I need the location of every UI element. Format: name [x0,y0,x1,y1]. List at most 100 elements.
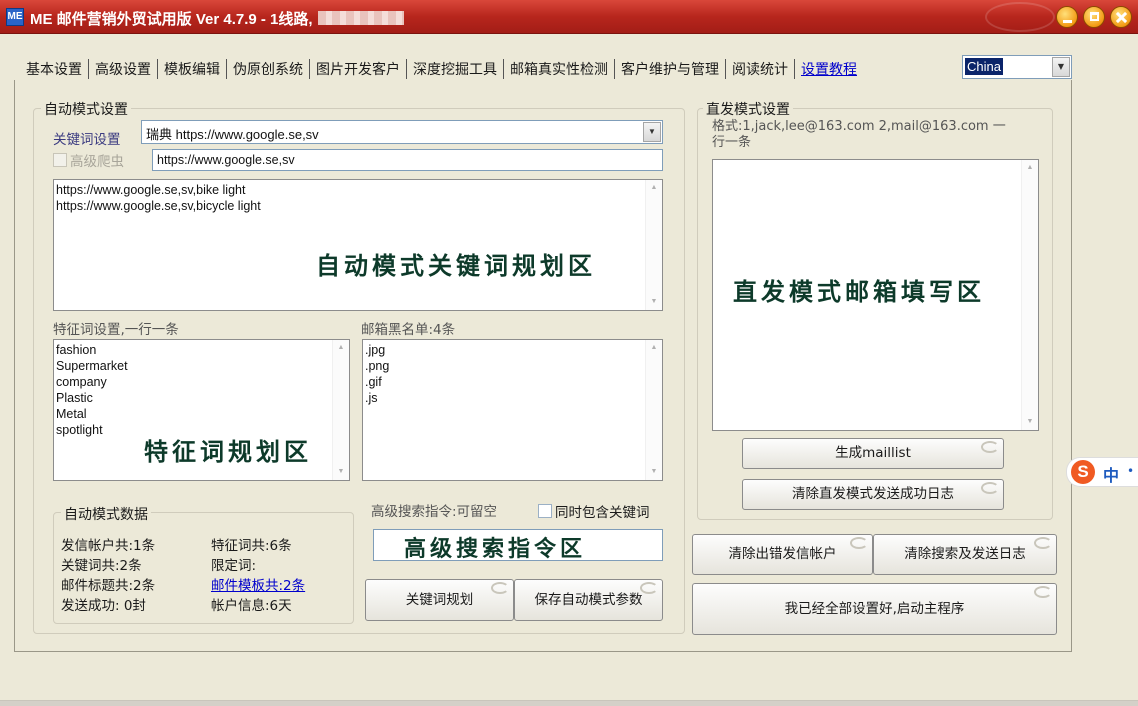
feature-line: spotlight [56,423,103,437]
keyword-source-select[interactable]: 瑞典 https://www.google.se,sv ▼ [141,120,663,144]
tab-separator [309,59,310,79]
advanced-crawler-row[interactable]: 高级爬虫 [53,150,124,170]
scroll-down-icon[interactable]: ▼ [1022,414,1038,430]
blacklist-label: 邮箱黑名单:4条 [361,322,456,338]
keyword-line: https://www.google.se,sv,bicycle light [56,199,261,213]
button-swirl-icon [1034,537,1052,549]
tab-bar: 基本设置 高级设置 模板编辑 伪原创系统 图片开发客户 深度挖掘工具 邮箱真实性… [22,58,861,80]
feature-words-scrollbar[interactable]: ▲ ▼ [332,340,349,480]
include-keyword-row[interactable]: 同时包含关键词 [538,501,650,521]
generate-maillist-label: 生成maillist [835,445,911,461]
blacklist-line: .js [365,391,378,405]
scroll-up-icon[interactable]: ▲ [1022,160,1038,176]
scroll-up-icon[interactable]: ▲ [646,340,662,356]
direct-mode-format-hint: 格式:1,jack,lee@163.com 2,mail@163.com 一行一… [712,119,1006,150]
redacted-title-mask [318,11,404,25]
advanced-crawler-label: 高级爬虫 [70,154,124,170]
advanced-crawler-checkbox[interactable] [53,153,67,167]
include-keyword-checkbox[interactable] [538,504,552,518]
tab-separator [226,59,227,79]
window-title: ME 邮件营销外贸试用版 Ver 4.7.9 - 1线路, [30,11,313,28]
limit-words-stat: 限定词: [211,558,257,574]
chevron-down-icon[interactable]: ▼ [1052,57,1070,77]
tab-separator [88,59,89,79]
subjects-total-stat: 邮件标题共:2条 [61,578,156,594]
sogou-logo-icon: S [1071,460,1095,484]
tab-image-clients[interactable]: 图片开发客户 [312,59,404,79]
direct-email-scrollbar[interactable]: ▲ ▼ [1021,160,1038,430]
scroll-down-icon[interactable]: ▼ [646,294,662,310]
generate-maillist-button[interactable]: 生成maillist [742,438,1004,469]
start-main-program-button[interactable]: 我已经全部设置好,启动主程序 [692,583,1057,635]
send-accounts-stat: 发信帐户共:1条 [61,538,156,554]
tab-separator [614,59,615,79]
keyword-list-scrollbar[interactable]: ▲ ▼ [645,180,662,310]
country-select-value: China [965,58,1003,75]
keyword-plan-label: 关键词规划 [405,592,474,608]
ime-toolbar[interactable]: S 中 • [1066,457,1138,487]
app-icon: ME [6,8,24,26]
advanced-search-label: 高级搜索指令:可留空 [371,504,498,520]
keyword-settings-label: 关键词设置 [53,132,121,148]
maximize-button[interactable] [1083,6,1105,28]
feature-line: company [56,375,107,389]
blacklist-line: .jpg [365,343,386,357]
keyword-list-textarea[interactable]: https://www.google.se,sv,bike light http… [53,179,663,311]
tab-read-stats[interactable]: 阅读统计 [728,59,792,79]
tab-basic-settings[interactable]: 基本设置 [22,59,86,79]
direct-email-watermark: 直发模式邮箱填写区 [733,278,985,306]
tab-email-verify[interactable]: 邮箱真实性检测 [506,59,612,79]
templates-total-link[interactable]: 邮件模板共:2条 [211,574,305,594]
advanced-search-watermark: 高级搜索指令区 [404,537,587,561]
blacklist-scrollbar[interactable]: ▲ ▼ [645,340,662,480]
direct-mode-title: 直发模式设置 [703,99,793,119]
tab-template-edit[interactable]: 模板编辑 [160,59,224,79]
tab-deep-mining[interactable]: 深度挖掘工具 [409,59,501,79]
chevron-down-icon[interactable]: ▼ [643,122,661,142]
tab-advanced-settings[interactable]: 高级设置 [91,59,155,79]
keyword-plan-button[interactable]: 关键词规划 [365,579,514,621]
direct-email-textarea[interactable]: ▲ ▼ 直发模式邮箱填写区 [712,159,1039,431]
button-swirl-icon [850,537,868,549]
ime-dot-icon: • [1127,464,1135,478]
button-swirl-icon [1034,586,1052,598]
scroll-down-icon[interactable]: ▼ [333,464,349,480]
clear-search-log-button[interactable]: 清除搜索及发送日志 [873,534,1057,575]
keyword-area-watermark: 自动模式关键词规划区 [316,252,596,280]
scroll-up-icon[interactable]: ▲ [646,180,662,196]
button-swirl-icon [640,582,658,594]
clear-search-log-label: 清除搜索及发送日志 [904,546,1026,562]
country-select[interactable]: China ▼ [962,55,1072,79]
clear-error-accounts-button[interactable]: 清除出错发信帐户 [692,534,873,575]
tab-separator [794,59,795,79]
advanced-search-input[interactable]: 高级搜索指令区 [373,529,663,561]
features-total-stat: 特征词共:6条 [211,538,292,554]
tab-page-basic-settings: 自动模式设置 关键词设置 瑞典 https://www.google.se,sv… [14,80,1072,652]
tab-separator [503,59,504,79]
clear-direct-log-button[interactable]: 清除直发模式发送成功日志 [742,479,1004,510]
scroll-up-icon[interactable]: ▲ [333,340,349,356]
url-input[interactable]: https://www.google.se,sv [152,149,663,171]
app-window: ME ME 邮件营销外贸试用版 Ver 4.7.9 - 1线路, 基本设置 高级… [0,0,1138,706]
minimize-button[interactable] [1056,6,1078,28]
save-auto-params-label: 保存自动模式参数 [534,592,643,608]
save-auto-params-button[interactable]: 保存自动模式参数 [514,579,663,621]
tab-customer-manage[interactable]: 客户维护与管理 [617,59,723,79]
blacklist-textarea[interactable]: .jpg .png .gif .js ▲ ▼ [362,339,663,481]
account-info-stat: 帐户信息:6天 [211,598,292,614]
button-swirl-icon [981,441,999,453]
title-bar[interactable]: ME ME 邮件营销外贸试用版 Ver 4.7.9 - 1线路, [0,0,1138,34]
scroll-down-icon[interactable]: ▼ [646,464,662,480]
tutorial-link[interactable]: 设置教程 [797,59,861,79]
clear-direct-log-label: 清除直发模式发送成功日志 [792,486,954,502]
button-swirl-icon [981,482,999,494]
feature-line: Metal [56,407,87,421]
tab-pseudo-original[interactable]: 伪原创系统 [229,59,307,79]
tab-separator [157,59,158,79]
blacklist-line: .png [365,359,390,373]
close-button[interactable] [1110,6,1132,28]
auto-data-title: 自动模式数据 [61,504,151,524]
keywords-total-stat: 关键词共:2条 [61,558,142,574]
ime-mode-indicator[interactable]: 中 [1103,462,1119,486]
feature-words-textarea[interactable]: fashion Supermarket company Plastic Meta… [53,339,350,481]
